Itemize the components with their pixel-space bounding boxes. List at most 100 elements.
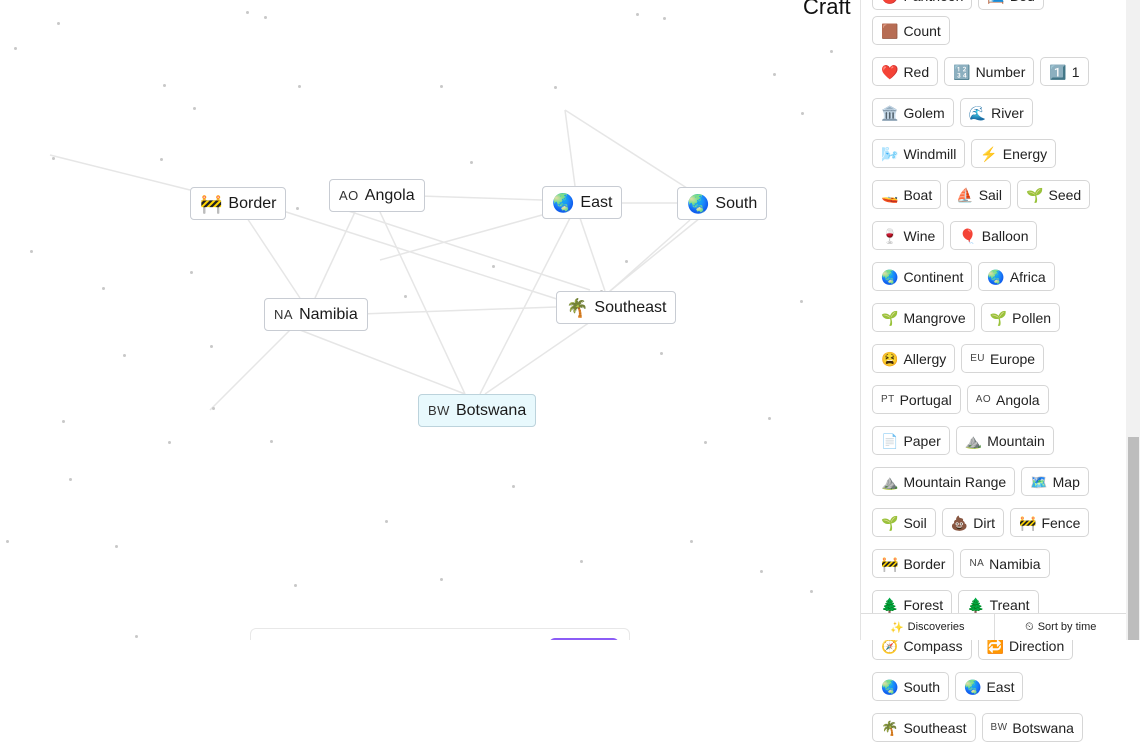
item-label: Bed [1010, 0, 1035, 4]
crafting-canvas[interactable]: 🚧 Border AO Angola 🌏 East 🌏 South NA Namibia 🌴 Sout… [0, 0, 860, 640]
sidebar-item-number[interactable]: 🔢 Number [944, 57, 1035, 86]
canvas-element-angola[interactable]: AO Angola [329, 179, 425, 212]
item-emoji-icon: ⚡ [980, 145, 998, 162]
background-dot [115, 545, 118, 548]
sidebar-item-soil[interactable]: 🌱 Soil [872, 508, 936, 537]
background-dot [660, 352, 663, 355]
item-emoji-icon: 🔁 [986, 637, 1005, 654]
background-dot [102, 287, 105, 290]
item-label: South [903, 678, 941, 695]
item-emoji-icon: 🌏 [987, 268, 1005, 285]
sidebar-item-seed[interactable]: 🌱 Seed [1017, 180, 1091, 209]
background-dot [160, 158, 163, 161]
sidebar-item-border[interactable]: 🚧 Border [872, 549, 955, 578]
item-emoji-icon: 📄 [881, 432, 899, 449]
canvas-element-botswana[interactable]: BW Botswana [418, 394, 537, 427]
background-dot [385, 520, 388, 523]
sidebar-item-africa[interactable]: 🌏 Africa [978, 262, 1055, 291]
sidebar-item-south[interactable]: 🌏 South [872, 672, 950, 701]
background-dot [690, 540, 693, 543]
sidebar-item-balloon[interactable]: 🎈 Balloon [950, 221, 1038, 250]
sort-label: Sort by time [1037, 621, 1097, 633]
background-dot [773, 73, 776, 76]
sidebar-item-mangrove[interactable]: 🌱 Mangrove [872, 303, 975, 332]
sidebar-item-pollen[interactable]: 🌱 Pollen [980, 303, 1061, 332]
sidebar-item-europe[interactable]: EU Europe [961, 344, 1045, 373]
item-emoji-icon: 🌲 [967, 596, 985, 613]
bottom-toolbar [250, 628, 630, 640]
connection-line [246, 217, 301, 299]
sidebar-item-windmill[interactable]: 🌬️ Windmill [872, 139, 966, 168]
background-dot [294, 584, 297, 587]
sidebar-item-wine[interactable]: 🍷 Wine [872, 221, 945, 250]
item-code-icon: EU [970, 353, 985, 364]
item-emoji-icon: ⛰️ [881, 473, 899, 490]
sidebar-item-botswana[interactable]: BW Botswana [981, 713, 1083, 742]
canvas-element-east[interactable]: 🌏 East [542, 186, 623, 219]
sidebar-item-continent[interactable]: 🌏 Continent [872, 262, 973, 291]
background-dot [440, 578, 443, 581]
angola-label: Angola [364, 186, 415, 204]
sidebar-item-bed[interactable]: 🛏️ Bed [978, 0, 1044, 10]
sidebar-item-allergy[interactable]: 😫 Allergy [872, 344, 956, 373]
sidebar-item-angola[interactable]: AO Angola [966, 385, 1049, 414]
sidebar-item-east[interactable]: 🌏 East [955, 672, 1024, 701]
background-dot [163, 84, 166, 87]
item-label: Wine [903, 227, 936, 244]
item-label: Paper [903, 432, 941, 449]
sidebar-item-sail[interactable]: ⛵ Sail [947, 180, 1012, 209]
item-emoji-icon: 🌊 [968, 104, 987, 121]
discoveries-button[interactable]: ✨ Discoveries [861, 614, 994, 640]
background-dot [704, 441, 707, 444]
sidebar-item-mountain[interactable]: ⛰️ Mountain [955, 426, 1054, 455]
item-emoji-icon: 🎈 [959, 227, 977, 244]
background-dot [190, 271, 193, 274]
sidebar-item-energy[interactable]: ⚡ Energy [971, 139, 1057, 168]
sidebar-item-southeast[interactable]: 🌴 Southeast [872, 713, 976, 742]
canvas-element-southeast[interactable]: 🌴 Southeast [556, 291, 677, 324]
botswana-code-icon: BW [428, 403, 450, 418]
scrollbar-thumb[interactable] [1128, 437, 1139, 640]
sidebar-scrollbar[interactable] [1126, 0, 1140, 640]
sort-by-time-button[interactable]: ⏲ Sort by time [993, 614, 1128, 640]
sidebar-footer: ✨ Discoveries ⏲ Sort by time [861, 613, 1127, 640]
sidebar-item-map[interactable]: 🗺️ Map [1021, 467, 1089, 496]
item-emoji-icon: 🍷 [881, 227, 899, 244]
item-label: Golem [903, 104, 945, 121]
item-emoji-icon: 🌱 [989, 309, 1008, 326]
item-emoji-icon: 🌏 [881, 268, 899, 285]
sidebar-item-dirt[interactable]: 💩 Dirt [941, 508, 1005, 537]
item-label: Allergy [903, 350, 947, 367]
item-label: Treant [989, 596, 1030, 613]
background-dot [270, 440, 273, 443]
namibia-code-icon: NA [274, 307, 294, 322]
sidebar-item-boat[interactable]: 🚤 Boat [872, 180, 942, 209]
item-label: Red [903, 63, 930, 80]
sidebar-item-namibia[interactable]: NA Namibia [960, 549, 1050, 578]
item-label: East [986, 678, 1015, 695]
item-label: River [991, 104, 1024, 121]
sidebar-item-pantheon[interactable]: 🔴 Pantheon [872, 0, 973, 10]
sidebar-item-portugal[interactable]: PT Portugal [872, 385, 961, 414]
canvas-element-south[interactable]: 🌏 South [677, 187, 768, 220]
canvas-element-border[interactable]: 🚧 Border [190, 187, 287, 220]
canvas-element-namibia[interactable]: NA Namibia [264, 298, 368, 331]
background-dot [554, 86, 557, 89]
sparkle-icon: ✨ [889, 621, 904, 634]
sidebar-item-1[interactable]: 1️⃣ 1 [1040, 57, 1089, 86]
sidebar-item-mountain-range[interactable]: ⛰️ Mountain Range [872, 467, 1016, 496]
sidebar-item-red[interactable]: ❤️ Red [872, 57, 939, 86]
sidebar-item-paper[interactable]: 📄 Paper [872, 426, 950, 455]
sidebar-item-count[interactable]: 🟫 Count [872, 16, 950, 45]
connection-line [564, 109, 691, 191]
item-label: Energy [1002, 145, 1048, 162]
sidebar-item-fence[interactable]: 🚧 Fence [1010, 508, 1090, 537]
background-dot [69, 478, 72, 481]
item-emoji-icon: 🔴 [881, 0, 898, 3]
item-emoji-icon: 🚧 [1019, 514, 1037, 531]
sidebar-item-golem[interactable]: 🏛️ Golem [872, 98, 954, 127]
background-dot [30, 250, 33, 253]
discoveries-label: Discoveries [907, 621, 965, 633]
sidebar-item-river[interactable]: 🌊 River [959, 98, 1033, 127]
connection-line [579, 217, 606, 292]
